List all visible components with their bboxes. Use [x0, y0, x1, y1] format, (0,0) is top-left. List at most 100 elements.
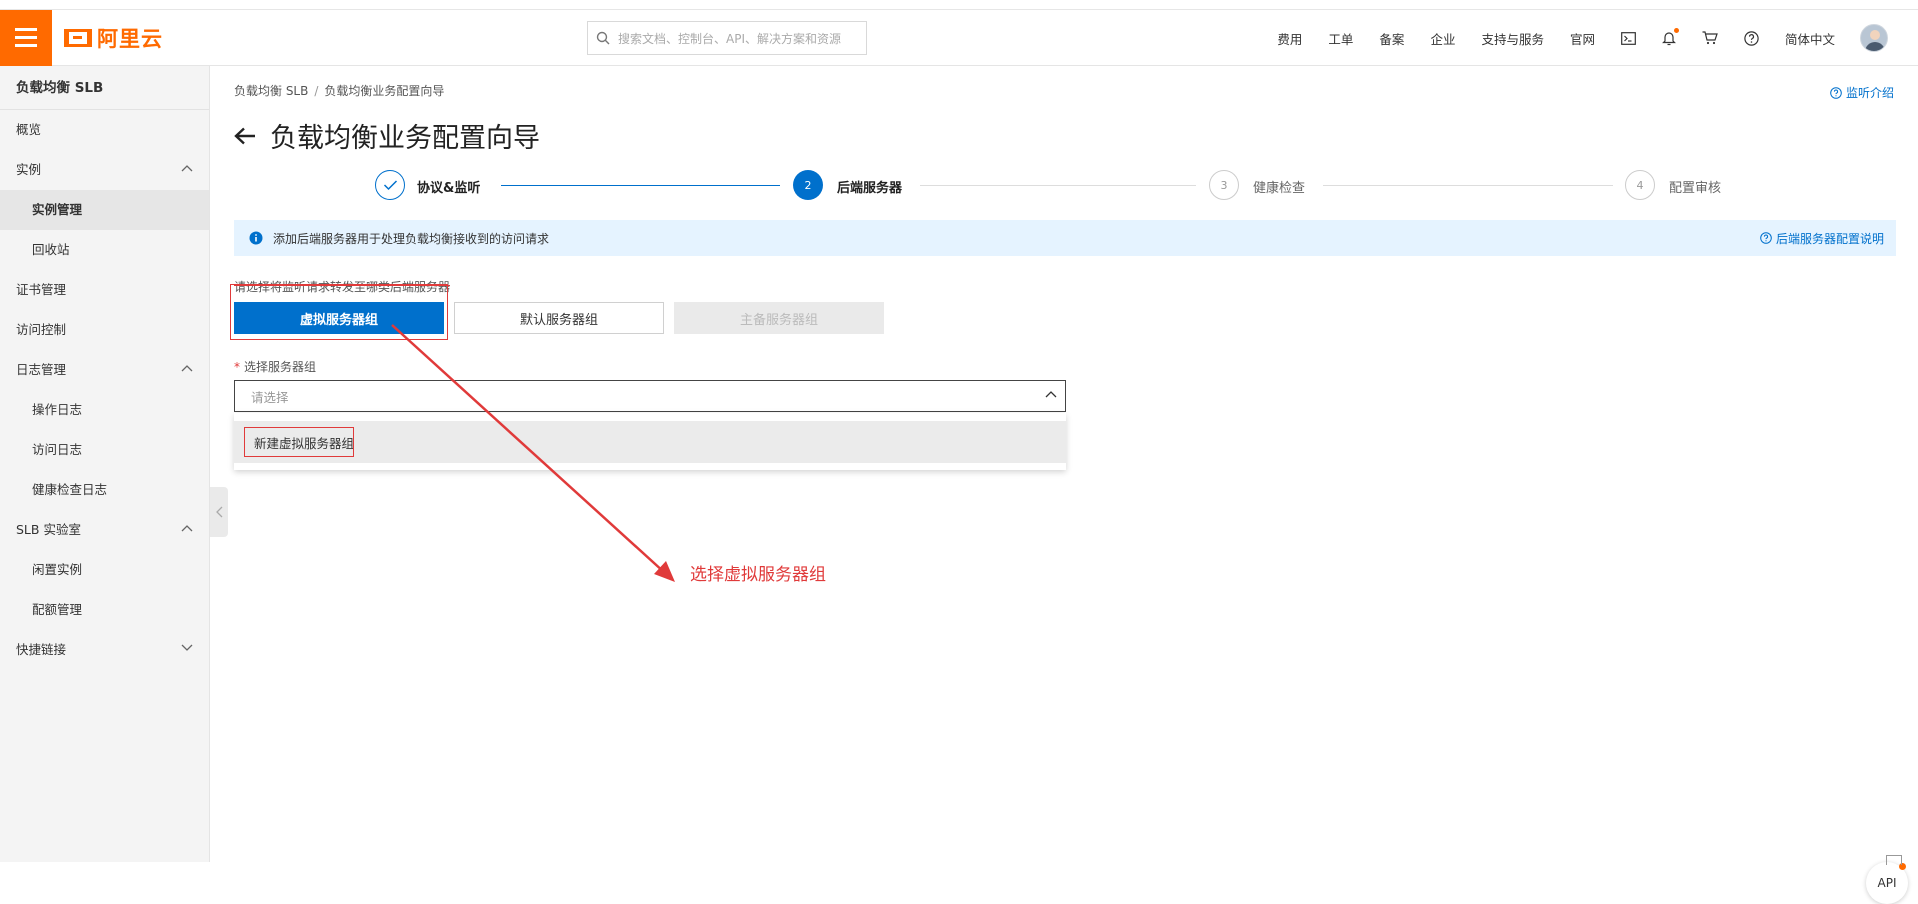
required-mark: * [234, 360, 240, 374]
api-float-button[interactable]: API [1866, 862, 1908, 904]
backend-config-help-link[interactable]: 后端服务器配置说明 [1760, 230, 1884, 247]
back-arrow-icon[interactable] [234, 127, 256, 145]
top-nav-links: 费用 工单 备案 企业 支持与服务 官网 简体中文 [1264, 10, 1888, 66]
sidebar-item-instance-management[interactable]: 实例管理 [0, 190, 209, 230]
sidebar-item-label: 访问控制 [16, 322, 67, 337]
nav-tickets[interactable]: 工单 [1315, 29, 1366, 48]
api-label: API [1877, 876, 1897, 890]
nav-support[interactable]: 支持与服务 [1468, 29, 1557, 48]
server-group-label: * 选择服务器组 [234, 358, 316, 375]
cart-icon[interactable] [1689, 31, 1731, 45]
server-group-select[interactable]: 请选择 [234, 380, 1066, 412]
sidebar: 负载均衡 SLB 概览 实例 实例管理 回收站 证书管理 访问控制 日志管理 操… [0, 66, 210, 862]
main-content: 负载均衡 SLB / 负载均衡业务配置向导 监听介绍 负载均衡业务配置向导 协议&监… [210, 66, 1918, 904]
breadcrumb-separator: / [314, 84, 319, 98]
nav-icp[interactable]: 备案 [1366, 29, 1417, 48]
step-3-circle: 3 [1209, 170, 1239, 200]
sidebar-item-quota-management[interactable]: 配额管理 [0, 590, 209, 630]
sidebar-item-label: 配额管理 [32, 602, 83, 617]
master-slave-group-button: 主备服务器组 [674, 302, 884, 334]
top-navbar: 阿里云 搜索文档、控制台、API、解决方案和资源 费用 工单 备案 企业 支持与… [0, 9, 1918, 66]
search-input[interactable]: 搜索文档、控制台、API、解决方案和资源 [587, 21, 867, 55]
breadcrumb: 负载均衡 SLB / 负载均衡业务配置向导 [234, 82, 444, 99]
brand-name: 阿里云 [97, 26, 163, 51]
step-3-label: 健康检查 [1253, 181, 1306, 196]
sidebar-item-label: 访问日志 [32, 442, 83, 457]
step-connector [501, 185, 780, 186]
info-banner: 添加后端服务器用于处理负载均衡接收到的访问请求 后端服务器配置说明 [234, 220, 1896, 256]
language-switch[interactable]: 简体中文 [1772, 29, 1848, 48]
breadcrumb-slb[interactable]: 负载均衡 SLB [234, 84, 308, 98]
aliyun-logo[interactable]: 阿里云 [64, 23, 163, 53]
feedback-icon[interactable] [1886, 855, 1902, 865]
listener-intro-link[interactable]: 监听介绍 [1830, 84, 1894, 101]
user-avatar[interactable] [1860, 24, 1888, 52]
step-2-label: 后端服务器 [837, 181, 903, 196]
chevron-up-icon [181, 165, 193, 172]
step-connector [1323, 185, 1613, 186]
step-connector [920, 185, 1196, 186]
logo-mark-icon [64, 28, 92, 47]
default-server-group-button[interactable]: 默认服务器组 [454, 302, 664, 334]
info-message: 添加后端服务器用于处理负载均衡接收到的访问请求 [273, 231, 550, 246]
search-placeholder: 搜索文档、控制台、API、解决方案和资源 [618, 31, 841, 46]
sidebar-item-label: 证书管理 [16, 282, 67, 297]
sidebar-item-label: 快捷链接 [16, 642, 67, 657]
sidebar-item-label: 实例管理 [32, 202, 83, 217]
check-icon [383, 180, 397, 191]
server-group-label-text: 选择服务器组 [244, 360, 317, 374]
sidebar-item-label: 日志管理 [16, 362, 67, 377]
sidebar-item-overview[interactable]: 概览 [0, 110, 209, 150]
help-icon[interactable] [1731, 30, 1772, 46]
sidebar-item-idle-instances[interactable]: 闲置实例 [0, 550, 209, 590]
sidebar-item-label: 概览 [16, 122, 42, 137]
nav-enterprise[interactable]: 企业 [1417, 29, 1468, 48]
sidebar-group-instances[interactable]: 实例 [0, 150, 209, 190]
sidebar-item-label: 闲置实例 [32, 562, 83, 577]
question-circle-icon [1760, 232, 1772, 244]
chevron-up-icon [181, 365, 193, 372]
sidebar-item-health-check-logs[interactable]: 健康检查日志 [0, 470, 209, 510]
menu-icon[interactable] [0, 9, 52, 66]
step-2-circle: 2 [793, 170, 823, 200]
info-icon [249, 231, 263, 245]
server-group-dropdown: 新建虚拟服务器组 [234, 413, 1066, 470]
annotation-text: 选择虚拟服务器组 [690, 565, 826, 585]
chevron-up-icon [1045, 391, 1057, 398]
step-4-label: 配置审核 [1669, 181, 1722, 196]
sidebar-group-logs[interactable]: 日志管理 [0, 350, 209, 390]
sidebar-item-access-logs[interactable]: 访问日志 [0, 430, 209, 470]
question-circle-icon [1830, 86, 1842, 99]
sidebar-item-certificates[interactable]: 证书管理 [0, 270, 209, 310]
sidebar-item-access-control[interactable]: 访问控制 [0, 310, 209, 350]
sidebar-item-label: 实例 [16, 162, 42, 177]
sidebar-group-quick-links[interactable]: 快捷链接 [0, 630, 209, 670]
bell-icon[interactable] [1649, 27, 1689, 46]
select-placeholder: 请选择 [251, 389, 289, 405]
sidebar-item-label: SLB 实验室 [16, 522, 81, 537]
help-link-label: 监听介绍 [1845, 86, 1894, 100]
sidebar-item-operation-logs[interactable]: 操作日志 [0, 390, 209, 430]
chevron-up-icon [181, 525, 193, 532]
nav-billing[interactable]: 费用 [1264, 29, 1315, 48]
sidebar-group-slb-lab[interactable]: SLB 实验室 [0, 510, 209, 550]
annotation-highlight-box [244, 427, 354, 457]
step-4-circle: 4 [1625, 170, 1655, 200]
chevron-down-icon [181, 644, 193, 651]
create-virtual-server-group-option[interactable]: 新建虚拟服务器组 [234, 421, 1066, 463]
step-1-circle [375, 170, 405, 200]
step-1-label: 协议&监听 [417, 181, 481, 196]
page-header: 负载均衡业务配置向导 [234, 116, 540, 155]
sidebar-item-label: 操作日志 [32, 402, 83, 417]
sidebar-title: 负载均衡 SLB [0, 66, 209, 110]
sidebar-item-label: 回收站 [32, 242, 70, 257]
annotation-highlight-box [230, 284, 448, 340]
breadcrumb-current: 负载均衡业务配置向导 [324, 84, 445, 98]
bookmarks-bar [0, 0, 1918, 10]
nav-official-site[interactable]: 官网 [1557, 29, 1608, 48]
wizard-steps: 协议&监听 2 后端服务器 3 健康检查 4 配置审核 [210, 170, 1918, 210]
terminal-icon[interactable] [1608, 31, 1649, 45]
sidebar-item-label: 健康检查日志 [32, 482, 108, 497]
page-title: 负载均衡业务配置向导 [270, 123, 540, 154]
sidebar-item-recycle-bin[interactable]: 回收站 [0, 230, 209, 270]
